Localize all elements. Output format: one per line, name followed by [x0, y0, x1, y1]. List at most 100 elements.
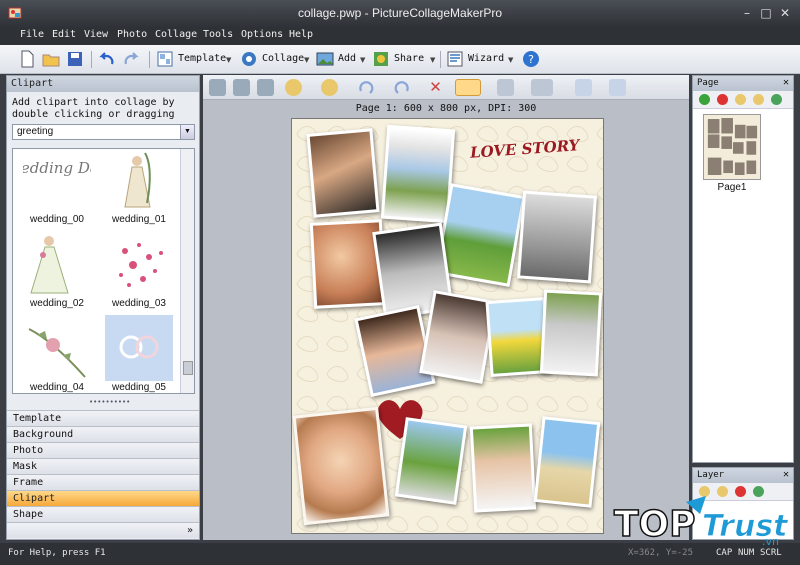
delete-page-icon[interactable]: [717, 94, 728, 105]
svg-text:?: ?: [528, 53, 534, 66]
clipart-label: wedding_02: [30, 298, 84, 309]
chevron-down-icon[interactable]: ▼: [226, 56, 231, 64]
refresh-icon[interactable]: [771, 94, 782, 105]
resize-grip[interactable]: ••••••••••: [89, 398, 130, 406]
page-label: Page1: [717, 182, 747, 193]
menu-view[interactable]: View: [84, 29, 108, 40]
close-button[interactable]: ✕: [776, 5, 794, 21]
chevron-down-icon[interactable]: ▼: [430, 56, 435, 64]
move-down-icon[interactable]: [753, 94, 764, 105]
more-tabs-button[interactable]: »: [7, 522, 199, 538]
move-up-icon[interactable]: [735, 94, 746, 105]
page-info: Page 1: 600 x 800 px, DPI: 300: [355, 103, 537, 114]
tab-frame[interactable]: Frame: [7, 474, 199, 490]
category-value: greeting: [17, 126, 54, 137]
tab-photo[interactable]: Photo: [7, 442, 199, 458]
help-button[interactable]: ?: [522, 49, 542, 70]
scrollbar-thumb[interactable]: [183, 361, 193, 375]
maximize-button[interactable]: □: [757, 5, 775, 21]
collage-photo[interactable]: [539, 289, 603, 377]
new-button[interactable]: [18, 49, 38, 70]
menu-collage[interactable]: Collage: [155, 29, 197, 40]
collage-photo[interactable]: [469, 423, 537, 513]
image-icon[interactable]: [209, 79, 226, 96]
export-icon[interactable]: [575, 79, 592, 96]
clipart-item[interactable]: wedding_01: [105, 149, 173, 225]
add-page-icon[interactable]: [699, 94, 710, 105]
canvas-area: ✕ Page 1: 600 x 800 px, DPI: 300 LOVE ST…: [203, 75, 689, 540]
delete-icon[interactable]: ✕: [427, 79, 444, 96]
category-select[interactable]: greeting ▼: [12, 124, 195, 140]
clipart-label: wedding_04: [30, 382, 84, 393]
collage-photo[interactable]: [292, 406, 390, 526]
tab-clipart[interactable]: Clipart: [7, 490, 199, 506]
menu-photo[interactable]: Photo: [117, 29, 147, 40]
gallery-scrollbar[interactable]: [180, 149, 194, 393]
close-icon[interactable]: ✕: [783, 77, 789, 88]
chevron-down-icon[interactable]: ▼: [304, 56, 309, 64]
menu-options[interactable]: Options: [241, 29, 283, 40]
collage-photo[interactable]: [380, 124, 456, 224]
save-button[interactable]: [66, 49, 86, 70]
clipart-item[interactable]: wedding_02: [23, 231, 91, 309]
print-icon[interactable]: [609, 79, 626, 96]
rings-clipart: [105, 315, 173, 381]
menu-edit[interactable]: Edit: [52, 29, 76, 40]
undo-button[interactable]: [98, 49, 118, 70]
bride-clipart: [105, 149, 173, 213]
rose-clipart: [23, 315, 91, 381]
crop-icon[interactable]: [257, 79, 274, 96]
tab-shape[interactable]: Shape: [7, 506, 199, 522]
collage-icon: [242, 52, 256, 66]
watermark-top: TOP: [614, 504, 696, 545]
panel-tabs: Template Background Photo Mask Frame Cli…: [7, 410, 199, 538]
page-thumbnail[interactable]: [703, 114, 761, 180]
flip-icon[interactable]: [497, 79, 514, 96]
wizard-button[interactable]: Wizard ▼: [446, 49, 516, 70]
layout-icon[interactable]: [531, 79, 553, 96]
clipart-item[interactable]: wedding_05: [105, 315, 173, 393]
clipart-item[interactable]: wedding_03: [105, 231, 173, 309]
minimize-button[interactable]: –: [738, 5, 756, 21]
undo-icon: [99, 52, 114, 65]
rotate-left-icon[interactable]: [393, 79, 410, 96]
close-icon[interactable]: ✕: [783, 469, 789, 480]
bring-forward-icon[interactable]: [285, 79, 302, 96]
page-panel-header: Page ✕: [693, 76, 793, 91]
zoom-icon[interactable]: [233, 79, 250, 96]
chevron-down-icon[interactable]: ▼: [180, 125, 194, 139]
clipart-item[interactable]: Wedding Day wedding_00: [23, 149, 91, 225]
layer-panel-header: Layer ✕: [693, 468, 793, 483]
collage-photo[interactable]: [517, 190, 597, 284]
template-icon: [157, 51, 173, 67]
collage-button[interactable]: Collage ▼: [240, 49, 312, 70]
collage-photo[interactable]: [533, 416, 601, 508]
clipart-item[interactable]: wedding_04: [23, 315, 91, 393]
watermark-sub: .vn: [762, 535, 779, 546]
collage-photo[interactable]: [306, 128, 380, 218]
open-button[interactable]: [42, 49, 62, 70]
tab-mask[interactable]: Mask: [7, 458, 199, 474]
add-button[interactable]: Add ▼: [316, 49, 368, 70]
page-panel-toolbar: [693, 91, 793, 109]
menu-help[interactable]: Help: [289, 29, 313, 40]
redo-button[interactable]: [122, 49, 142, 70]
menu-file[interactable]: File: [20, 29, 44, 40]
tab-background[interactable]: Background: [7, 426, 199, 442]
collage-label: Collage: [262, 53, 305, 64]
chevron-down-icon[interactable]: ▼: [360, 56, 365, 64]
align-icon[interactable]: [455, 79, 481, 96]
chevron-down-icon[interactable]: ▼: [508, 56, 513, 64]
share-button[interactable]: Share ▼: [372, 49, 438, 70]
send-backward-icon[interactable]: [321, 79, 338, 96]
collage-page[interactable]: LOVE STORY: [291, 118, 604, 534]
wizard-icon: [447, 51, 463, 67]
rotate-right-icon[interactable]: [358, 79, 375, 96]
tab-template[interactable]: Template: [7, 410, 199, 426]
help-icon: ?: [523, 51, 539, 67]
menu-tools[interactable]: Tools: [203, 29, 233, 40]
toolbar-separator: [149, 51, 150, 68]
title-bar: collage.pwp - PictureCollageMakerPro – □…: [0, 0, 800, 27]
template-button[interactable]: Template ▼: [156, 49, 234, 70]
collage-photo[interactable]: [394, 417, 468, 505]
